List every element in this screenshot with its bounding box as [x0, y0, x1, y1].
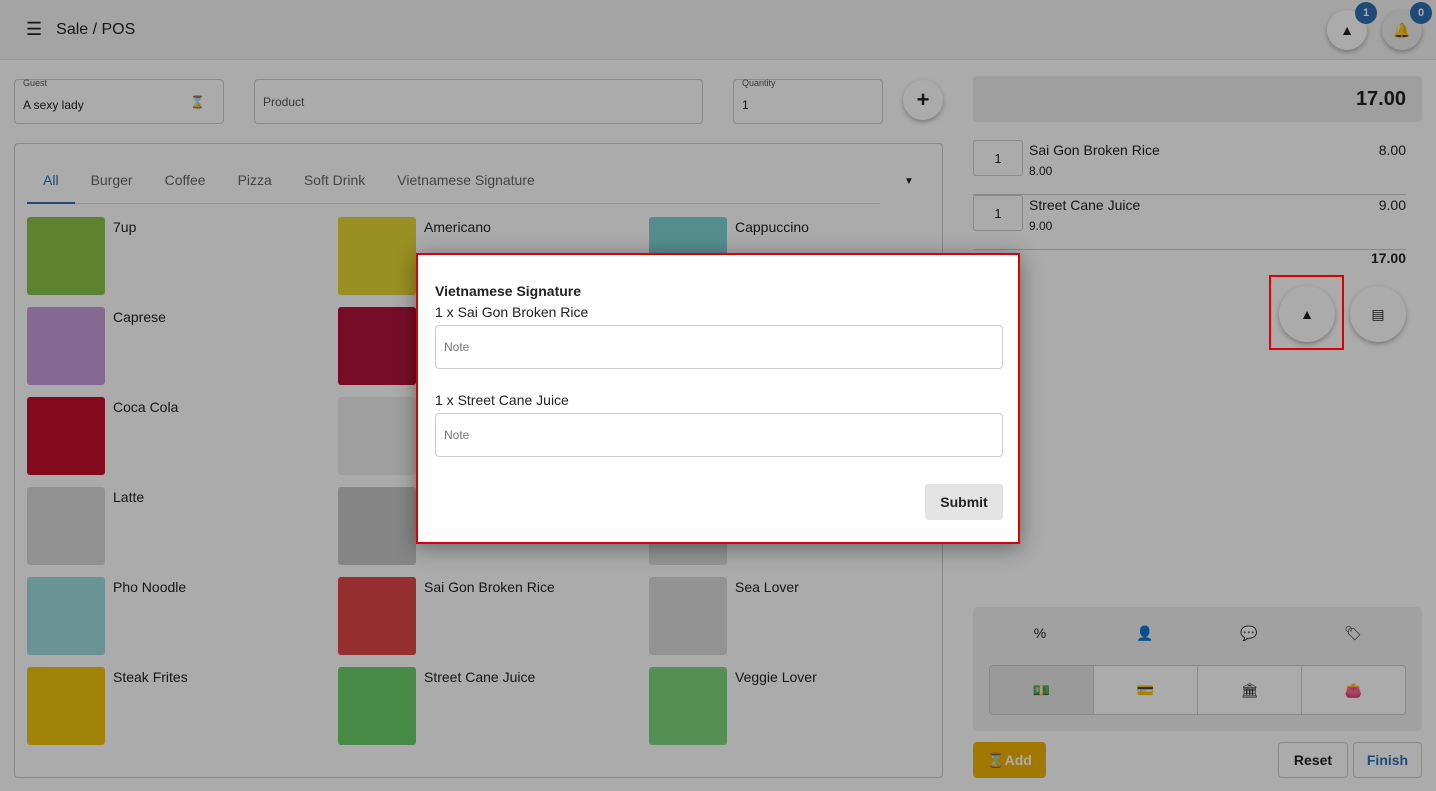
note-input[interactable]: [435, 413, 1003, 457]
highlight-box: [1269, 275, 1344, 350]
modal-item: 1 x Sai Gon Broken Rice: [435, 304, 589, 320]
modal-item: 1 x Street Cane Juice: [435, 392, 569, 408]
note-input[interactable]: [435, 325, 1003, 369]
submit-button[interactable]: Submit: [925, 484, 1003, 520]
modal-title: Vietnamese Signature: [435, 283, 582, 299]
kitchen-note-modal: Vietnamese Signature 1 x Sai Gon Broken …: [416, 253, 1020, 544]
